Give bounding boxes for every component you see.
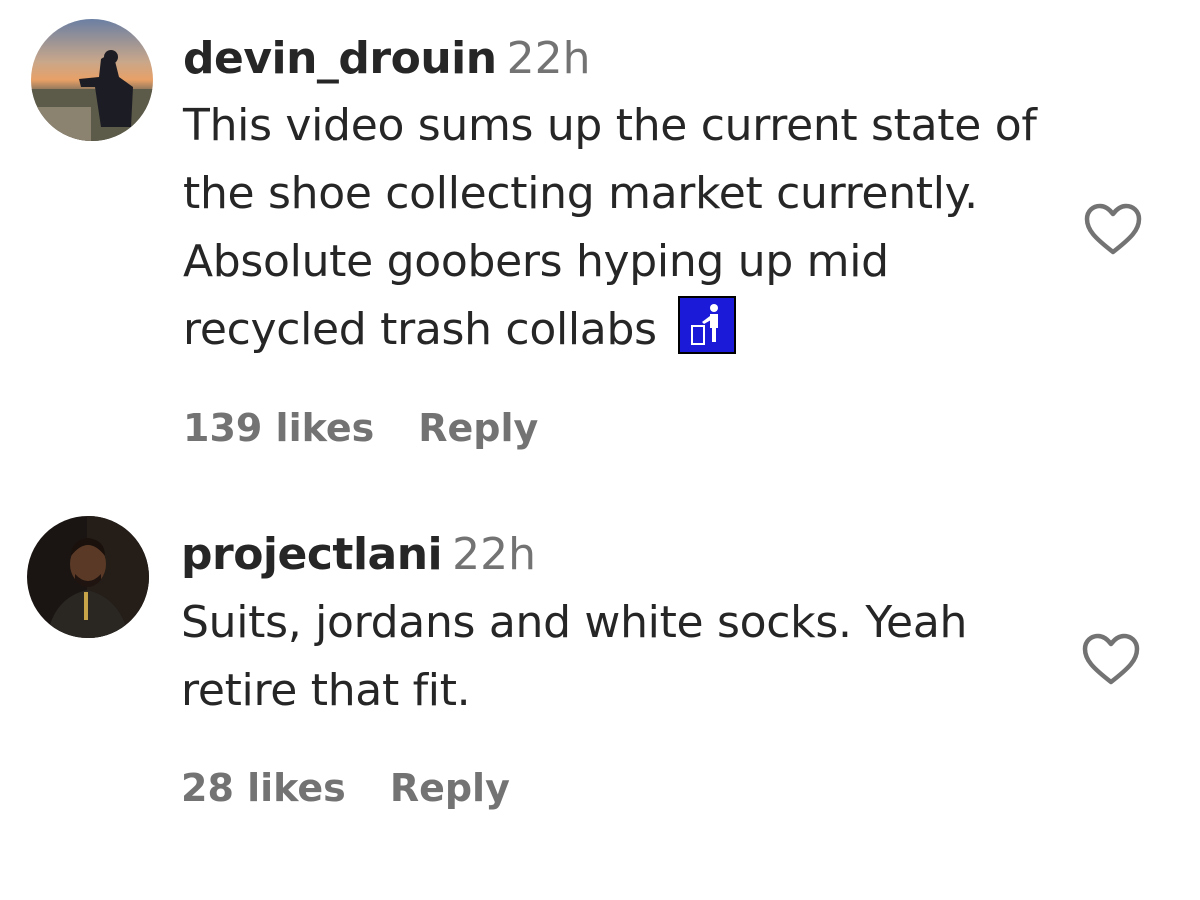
- avatar[interactable]: [31, 19, 153, 141]
- comment-header: projectlani 22h: [181, 529, 536, 581]
- reply-button[interactable]: Reply: [418, 406, 538, 450]
- avatar[interactable]: [27, 516, 149, 638]
- comment-text: This video sums up the current state of …: [183, 92, 1053, 364]
- reply-button[interactable]: Reply: [390, 766, 510, 810]
- username-link[interactable]: projectlani: [181, 529, 443, 580]
- comment-item: projectlani 22h Suits, jordans and white …: [0, 500, 1200, 830]
- likes-count[interactable]: 28 likes: [181, 766, 346, 810]
- comment-meta: 28 likes Reply: [181, 765, 510, 811]
- timestamp[interactable]: 22h: [452, 529, 536, 580]
- timestamp[interactable]: 22h: [507, 33, 591, 84]
- comment-text: Suits, jordans and white socks. Yeah ret…: [181, 589, 1051, 725]
- comment-body: This video sums up the current state of …: [183, 100, 1037, 355]
- comment-item: devin_drouin 22h This video sums up the c…: [0, 0, 1200, 480]
- username-link[interactable]: devin_drouin: [183, 33, 497, 84]
- likes-count[interactable]: 139 likes: [183, 406, 374, 450]
- put-litter-in-its-place-icon: [678, 296, 737, 354]
- heart-outline-icon[interactable]: [1083, 202, 1143, 256]
- comment-meta: 139 likes Reply: [183, 405, 538, 451]
- comment-body: Suits, jordans and white socks. Yeah ret…: [181, 597, 968, 716]
- avatar-photo-icon: [27, 516, 149, 638]
- avatar-photo-icon: [31, 19, 153, 141]
- comment-header: devin_drouin 22h: [183, 33, 590, 85]
- heart-outline-icon[interactable]: [1081, 632, 1141, 686]
